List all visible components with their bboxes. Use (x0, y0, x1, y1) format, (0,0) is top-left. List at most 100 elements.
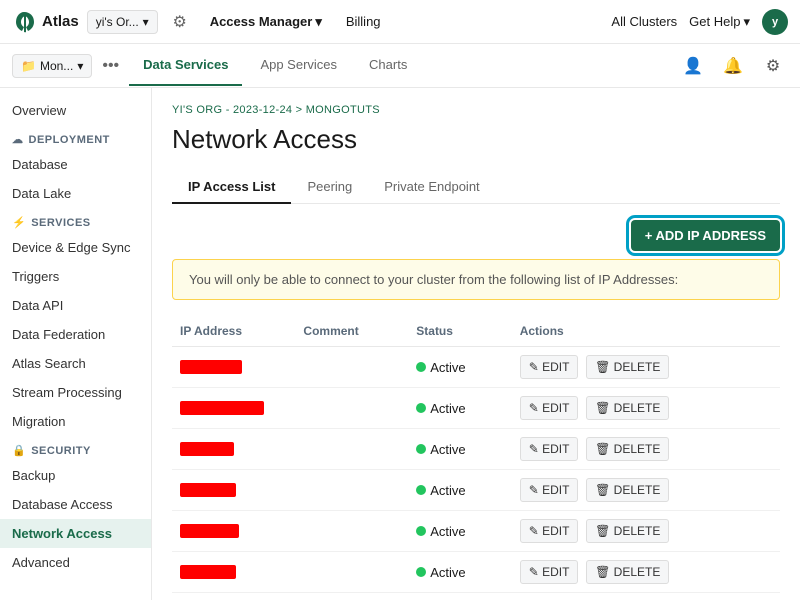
table-row: Active ✎ EDIT 🗑 DELETE (172, 388, 780, 429)
sidebar-item-data-api[interactable]: Data API (0, 291, 151, 320)
sidebar-item-network-access[interactable]: Network Access (0, 519, 151, 548)
sidebar-item-overview[interactable]: Overview (0, 96, 151, 125)
delete-button[interactable]: 🗑 DELETE (586, 355, 669, 379)
sidebar: Overview ☁ DEPLOYMENT Database Data Lake… (0, 88, 152, 600)
status-text: Active (430, 442, 465, 457)
get-help-button[interactable]: Get Help ▾ (689, 14, 750, 30)
sidebar-item-data-lake[interactable]: Data Lake (0, 179, 151, 208)
sidebar-item-backup[interactable]: Backup (0, 461, 151, 490)
status-cell: Active (408, 470, 511, 511)
add-ip-address-button[interactable]: + ADD IP ADDRESS (631, 220, 780, 251)
comment-cell (295, 347, 408, 388)
sidebar-item-data-federation[interactable]: Data Federation (0, 320, 151, 349)
actions-cell: ✎ EDIT 🗑 DELETE (512, 470, 780, 511)
ip-address-cell (172, 429, 295, 470)
comment-cell (295, 429, 408, 470)
bell-icon-button[interactable]: 🔔 (718, 51, 748, 81)
status-text: Active (430, 524, 465, 539)
chevron-down-icon: ▾ (143, 15, 149, 29)
delete-button[interactable]: 🗑 DELETE (586, 560, 669, 584)
comment-cell (295, 552, 408, 593)
user-icon-button[interactable]: 👤 (678, 51, 708, 81)
delete-button[interactable]: 🗑 DELETE (586, 396, 669, 420)
status-cell: Active (408, 347, 511, 388)
delete-button[interactable]: 🗑 DELETE (586, 437, 669, 461)
warning-banner: You will only be able to connect to your… (172, 259, 780, 300)
table-row: Active ✎ EDIT 🗑 DELETE (172, 347, 780, 388)
all-clusters-button[interactable]: All Clusters (611, 14, 677, 29)
status-text: Active (430, 401, 465, 416)
ip-address-cell (172, 593, 295, 600)
actions-cell: ✎ EDIT 🗑 DELETE (512, 388, 780, 429)
org-selector[interactable]: yi's Or... ▾ (87, 10, 158, 34)
sidebar-item-advanced[interactable]: Advanced (0, 548, 151, 577)
warning-text: You will only be able to connect to your… (189, 272, 678, 287)
edit-button[interactable]: ✎ EDIT (520, 355, 579, 379)
project-options-button[interactable]: ••• (96, 57, 125, 75)
comment-cell (295, 470, 408, 511)
col-comment: Comment (295, 316, 408, 347)
actions-cell: ✎ EDIT 🗑 DELETE (512, 429, 780, 470)
tab-peering[interactable]: Peering (291, 171, 368, 204)
atlas-logo: Atlas (12, 10, 79, 34)
second-nav-right: 👤 🔔 ⚙ (678, 51, 788, 81)
billing-link[interactable]: Billing (338, 14, 389, 29)
status-dot (416, 362, 426, 372)
breadcrumb: YI'S ORG - 2023-12-24 > MONGOTUTS (172, 104, 780, 116)
ip-address-cell (172, 347, 295, 388)
delete-button[interactable]: 🗑 DELETE (586, 478, 669, 502)
project-selector[interactable]: 📁 Mon... ▾ (12, 54, 92, 78)
project-name: Mon... (40, 59, 73, 73)
main-content: YI'S ORG - 2023-12-24 > MONGOTUTS Networ… (152, 88, 800, 600)
comment-cell (295, 511, 408, 552)
comment-cell (295, 388, 408, 429)
status-cell: Active (408, 552, 511, 593)
status-cell: Active (408, 511, 511, 552)
edit-button[interactable]: ✎ EDIT (520, 396, 579, 420)
status-text: Active (430, 360, 465, 375)
top-nav-right: All Clusters Get Help ▾ y (611, 9, 788, 35)
status-text: Active (430, 565, 465, 580)
sidebar-item-triggers[interactable]: Triggers (0, 262, 151, 291)
services-icon: ⚡ (12, 216, 26, 229)
edit-button[interactable]: ✎ EDIT (520, 478, 579, 502)
edit-button[interactable]: ✎ EDIT (520, 560, 579, 584)
tab-data-services[interactable]: Data Services (129, 45, 242, 86)
user-avatar[interactable]: y (762, 9, 788, 35)
actions-cell: ✎ EDIT 🗑 DELETE (512, 511, 780, 552)
tab-ip-access-list[interactable]: IP Access List (172, 171, 291, 204)
content-tabs: IP Access List Peering Private Endpoint (172, 171, 780, 204)
table-row: Active ✎ EDIT 🗑 DELETE (172, 429, 780, 470)
sidebar-item-device-sync[interactable]: Device & Edge Sync (0, 233, 151, 262)
sidebar-item-migration[interactable]: Migration (0, 407, 151, 436)
status-cell: Active (408, 429, 511, 470)
sidebar-item-stream-processing[interactable]: Stream Processing (0, 378, 151, 407)
edit-button[interactable]: ✎ EDIT (520, 437, 579, 461)
actions-cell: ✎ EDIT 🗑 DELETE (512, 593, 780, 600)
gear-button[interactable]: ⚙ (166, 8, 194, 36)
table-row: Active ✎ EDIT 🗑 DELETE (172, 593, 780, 600)
second-navbar: 📁 Mon... ▾ ••• Data Services App Service… (0, 44, 800, 88)
folder-icon: 📁 (21, 59, 36, 73)
main-layout: Overview ☁ DEPLOYMENT Database Data Lake… (0, 88, 800, 600)
chevron-down-icon: ▾ (77, 59, 83, 73)
settings-icon-button[interactable]: ⚙ (758, 51, 788, 81)
chevron-down-icon: ▾ (743, 14, 750, 30)
ip-address-cell (172, 470, 295, 511)
access-manager-link[interactable]: Access Manager ▾ (202, 14, 330, 30)
actions-cell: ✎ EDIT 🗑 DELETE (512, 347, 780, 388)
sidebar-item-atlas-search[interactable]: Atlas Search (0, 349, 151, 378)
edit-button[interactable]: ✎ EDIT (520, 519, 579, 543)
status-dot (416, 485, 426, 495)
delete-button[interactable]: 🗑 DELETE (586, 519, 669, 543)
tab-private-endpoint[interactable]: Private Endpoint (368, 171, 495, 204)
add-ip-row: + ADD IP ADDRESS (172, 220, 780, 251)
tab-charts[interactable]: Charts (355, 45, 421, 86)
status-dot (416, 567, 426, 577)
top-navbar: Atlas yi's Or... ▾ ⚙ Access Manager ▾ Bi… (0, 0, 800, 44)
tab-app-services[interactable]: App Services (246, 45, 351, 86)
table-row: Active ✎ EDIT 🗑 DELETE (172, 552, 780, 593)
sidebar-item-database-access[interactable]: Database Access (0, 490, 151, 519)
sidebar-item-database[interactable]: Database (0, 150, 151, 179)
logo-text: Atlas (42, 13, 79, 30)
